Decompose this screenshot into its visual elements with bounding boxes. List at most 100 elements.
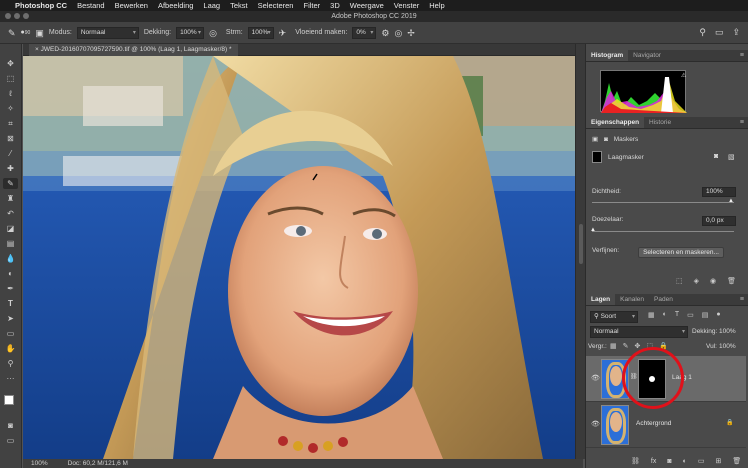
tab-navigator[interactable]: Navigator: [628, 50, 666, 61]
apply-mask-icon[interactable]: ◈: [694, 277, 699, 285]
frame-tool-icon[interactable]: ⊠: [3, 133, 18, 144]
workspace-icon[interactable]: ▭: [715, 27, 724, 37]
link-layers-icon[interactable]: ⛓: [631, 457, 640, 465]
pressure-opacity-icon[interactable]: ◎: [209, 28, 217, 38]
document-tab[interactable]: × JWED-20160707095727590.tif @ 100% (Laa…: [29, 44, 238, 56]
gear-icon[interactable]: ⚙: [381, 28, 389, 38]
healing-tool-icon[interactable]: ✚: [3, 163, 18, 174]
menu-afbeelding[interactable]: Afbeelding: [158, 1, 193, 10]
feather-field[interactable]: 0,0 px: [702, 216, 736, 226]
crop-tool-icon[interactable]: ⌗: [3, 118, 18, 129]
filter-smart-icon[interactable]: ▤: [702, 311, 709, 319]
layers-menu-icon[interactable]: ≡: [740, 294, 744, 306]
brush-panel-icon[interactable]: ▣: [35, 28, 44, 38]
properties-menu-icon[interactable]: ≡: [740, 117, 744, 129]
scrollbar-thumb[interactable]: [579, 224, 583, 264]
tab-properties[interactable]: Eigenschappen: [586, 117, 645, 128]
vector-mask-icon[interactable]: ◙: [604, 136, 608, 143]
marquee-tool-icon[interactable]: ⬚: [3, 73, 18, 84]
feather-slider-handle[interactable]: ▲: [590, 227, 596, 233]
eraser-tool-icon[interactable]: ◪: [3, 223, 18, 234]
layer-row-achtergrond[interactable]: 👁 Achtergrond 🔒: [586, 402, 746, 448]
canvas-scrollbar[interactable]: [575, 44, 585, 459]
lock-brush-icon[interactable]: ✎: [623, 342, 629, 350]
lasso-tool-icon[interactable]: ℓ: [3, 88, 18, 99]
tab-channels[interactable]: Kanalen: [615, 294, 649, 305]
delete-layer-icon[interactable]: 🗑: [732, 457, 741, 465]
menu-tekst[interactable]: Tekst: [230, 1, 248, 10]
airbrush-icon[interactable]: ✈: [279, 28, 287, 38]
filter-type-icon[interactable]: T: [675, 311, 679, 319]
hand-tool-icon[interactable]: ✋: [3, 343, 18, 354]
menu-help[interactable]: Help: [429, 1, 444, 10]
menu-filter[interactable]: Filter: [303, 1, 320, 10]
tab-paths[interactable]: Paden: [649, 294, 678, 305]
tab-histogram[interactable]: Histogram: [586, 50, 629, 61]
search-icon[interactable]: ⚲: [699, 27, 706, 37]
panel-menu-icon[interactable]: ≡: [740, 50, 744, 62]
density-slider[interactable]: [592, 202, 734, 203]
brush-tool-icon[interactable]: ✎: [8, 28, 16, 38]
more-tools-icon[interactable]: ···: [3, 373, 18, 384]
fx-icon[interactable]: fx: [651, 458, 656, 465]
menu-bestand[interactable]: Bestand: [77, 1, 105, 10]
visibility-eye-icon[interactable]: 👁: [591, 420, 600, 428]
menu-venster[interactable]: Venster: [394, 1, 419, 10]
select-pixel-mask-icon[interactable]: ◙: [714, 153, 718, 160]
select-and-mask-button[interactable]: Selecteren en maskeren...: [638, 247, 724, 258]
shape-tool-icon[interactable]: ▭: [3, 328, 18, 339]
vector-mask-add-icon[interactable]: ▧: [728, 153, 735, 161]
new-layer-icon[interactable]: ⊞: [715, 457, 721, 465]
brush-tool-icon[interactable]: ✎: [3, 178, 18, 189]
move-tool-icon[interactable]: ✥: [3, 58, 18, 69]
type-tool-icon[interactable]: T: [3, 298, 18, 309]
disable-mask-icon[interactable]: ◉: [710, 277, 716, 285]
layer-kind-filter[interactable]: ⚲ Soort: [590, 311, 638, 323]
mask-thumbnail[interactable]: [592, 151, 602, 163]
stamp-tool-icon[interactable]: ♜: [3, 193, 18, 204]
visibility-eye-icon[interactable]: 👁: [591, 374, 600, 382]
smoothing-field[interactable]: 0%: [352, 26, 377, 39]
filter-pixel-icon[interactable]: ▦: [648, 311, 655, 319]
quick-select-tool-icon[interactable]: ✧: [3, 103, 18, 114]
tab-layers[interactable]: Lagen: [586, 294, 616, 305]
layer-thumbnail[interactable]: [601, 405, 629, 445]
brush-preset-icon[interactable]: ●90: [21, 28, 31, 38]
add-mask-icon[interactable]: ◙: [667, 458, 671, 465]
layer-opacity-field[interactable]: 100%: [719, 328, 736, 335]
group-icon[interactable]: ▭: [698, 457, 705, 465]
layer-name[interactable]: Achtergrond: [636, 420, 671, 427]
mode-select[interactable]: Normaal: [76, 26, 139, 39]
pen-tool-icon[interactable]: ✒: [3, 283, 18, 294]
filter-shape-icon[interactable]: ▭: [687, 311, 694, 319]
doc-info[interactable]: Doc: 60,2 M/121,6 M: [68, 460, 128, 467]
menu-3d[interactable]: 3D: [330, 1, 340, 10]
path-select-tool-icon[interactable]: ➤: [3, 313, 18, 324]
filter-adjustment-icon[interactable]: ◐: [663, 311, 667, 319]
warning-icon[interactable]: ⚠: [681, 72, 686, 79]
delete-mask-icon[interactable]: 🗑: [727, 277, 736, 285]
adjustment-layer-icon[interactable]: ◐: [683, 458, 687, 465]
pixel-mask-icon[interactable]: ▣: [592, 136, 598, 143]
menu-selecteren[interactable]: Selecteren: [258, 1, 294, 10]
load-selection-icon[interactable]: ⬚: [676, 277, 683, 285]
document-canvas[interactable]: [23, 56, 575, 459]
eyedropper-tool-icon[interactable]: ⁄: [3, 148, 18, 159]
feather-slider[interactable]: [592, 231, 734, 232]
opacity-field[interactable]: 100%: [176, 26, 205, 39]
gradient-tool-icon[interactable]: ▤: [3, 238, 18, 249]
share-icon[interactable]: ⇪: [732, 27, 740, 37]
filter-toggle-icon[interactable]: ●: [716, 311, 720, 319]
quick-mask-icon[interactable]: ◙: [3, 420, 18, 431]
menu-app[interactable]: Photoshop CC: [15, 1, 67, 10]
density-field[interactable]: 100%: [702, 187, 736, 197]
foreground-color-swatch[interactable]: [3, 395, 14, 405]
lock-transparent-icon[interactable]: ▦: [610, 342, 617, 350]
zoom-level[interactable]: 100%: [31, 460, 48, 467]
symmetry-icon[interactable]: ✢: [407, 28, 415, 38]
menu-bewerken[interactable]: Bewerken: [115, 1, 148, 10]
blur-tool-icon[interactable]: 💧: [3, 253, 18, 264]
blend-mode-select[interactable]: Normaal: [590, 326, 688, 338]
window-controls[interactable]: [5, 13, 29, 19]
dodge-tool-icon[interactable]: ◐: [3, 268, 18, 279]
